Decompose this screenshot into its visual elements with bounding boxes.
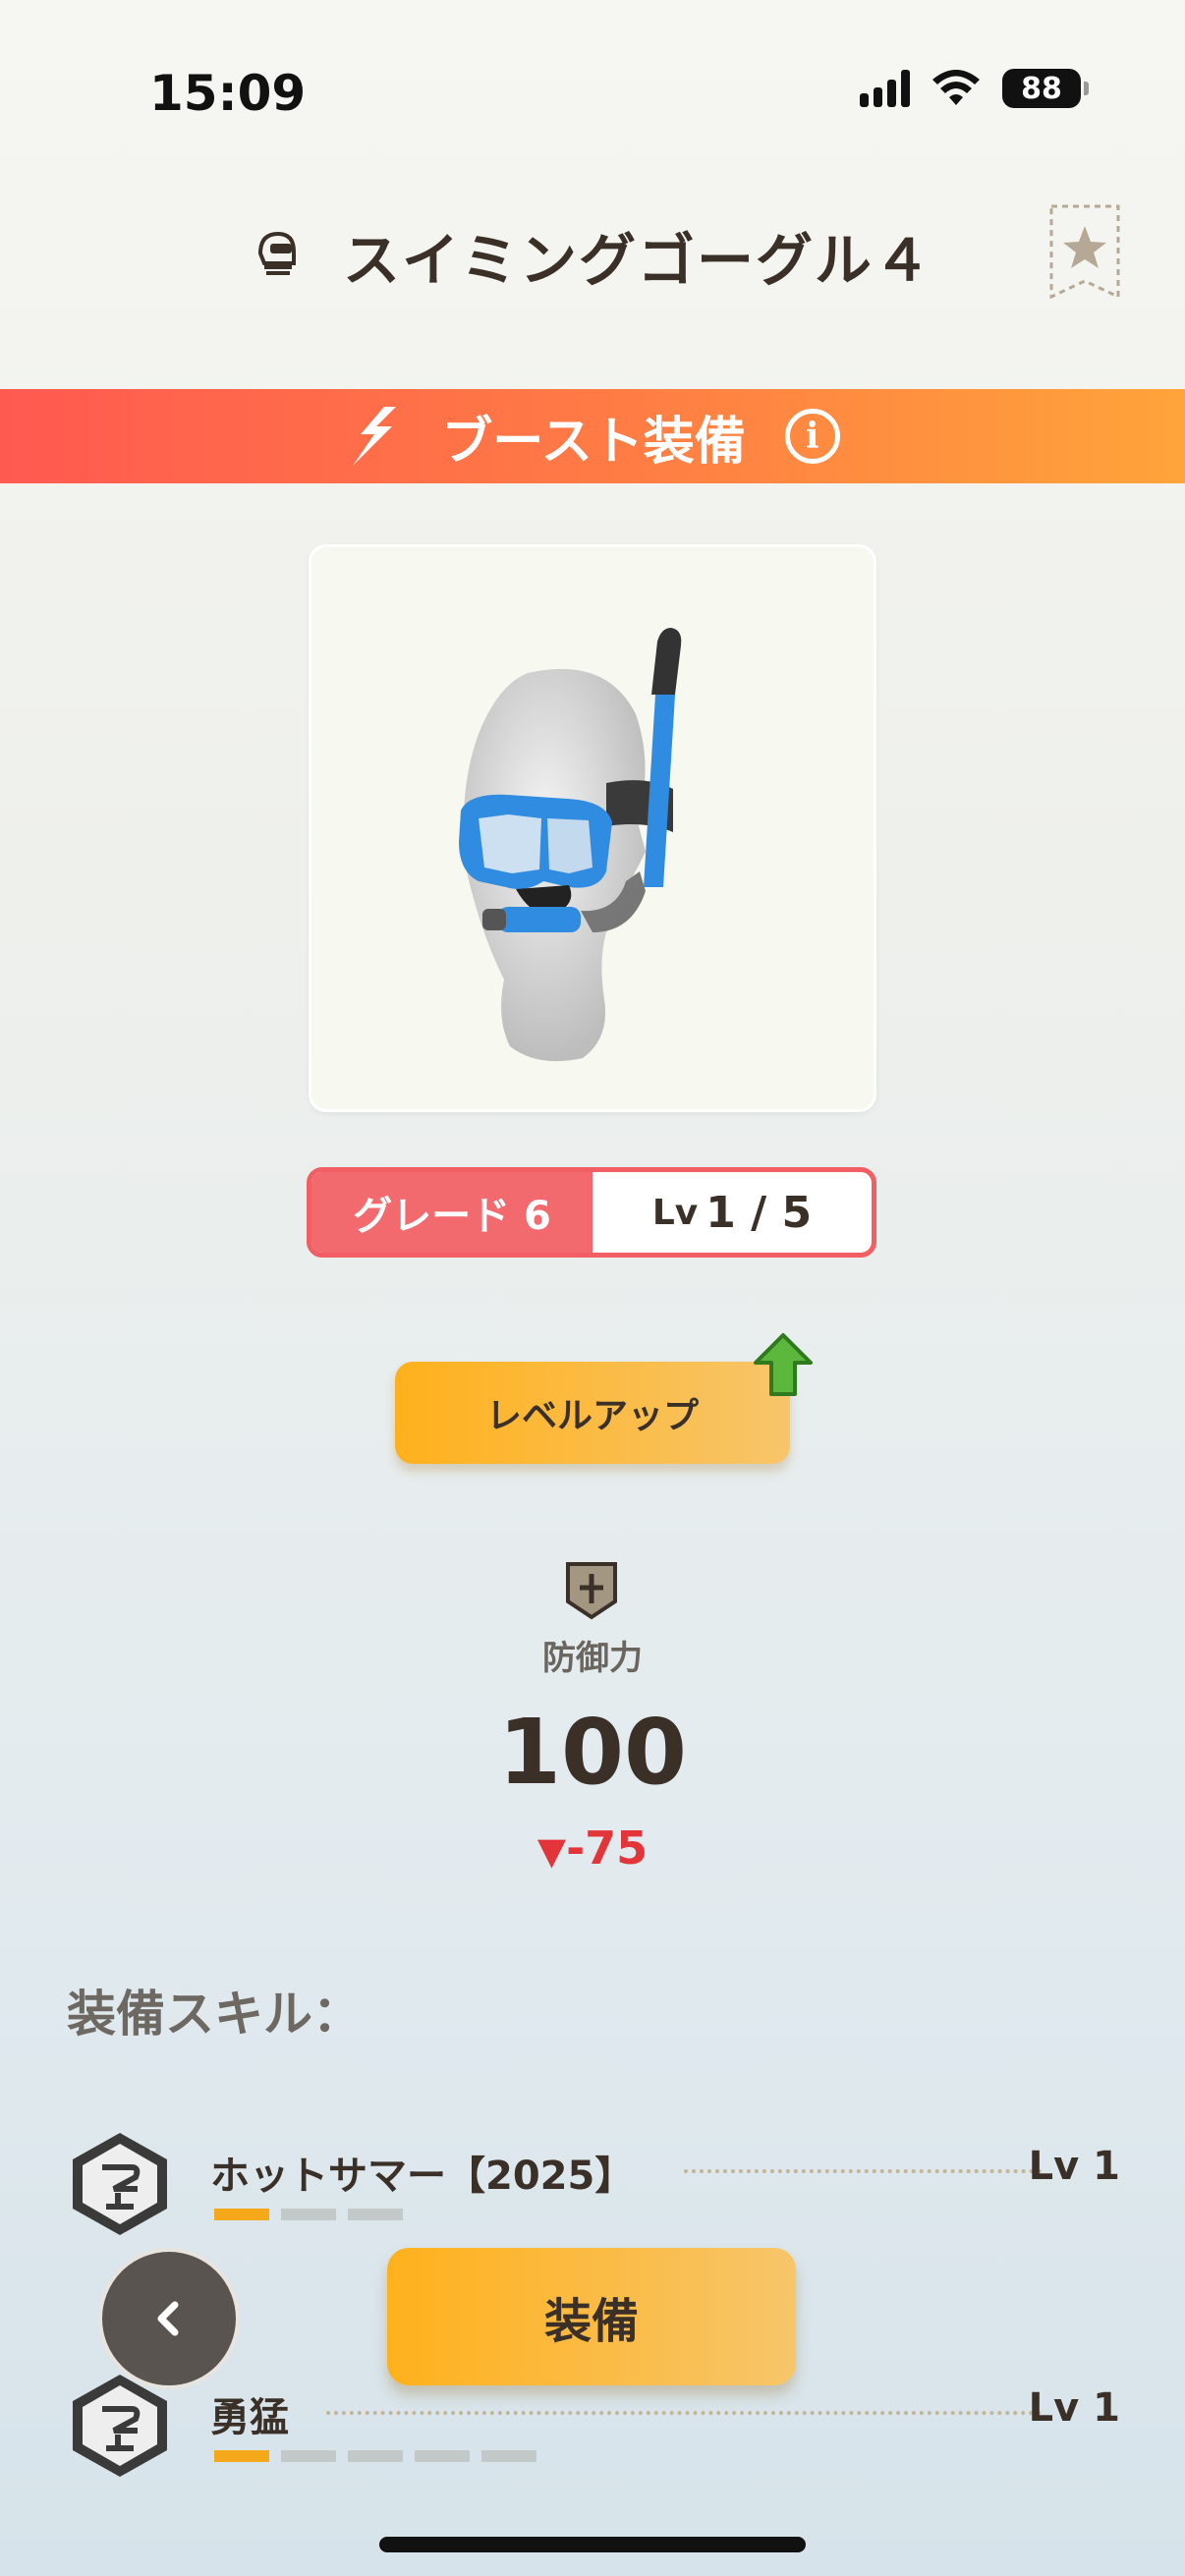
skill-progress-segment xyxy=(214,2209,269,2220)
skill-progress-segment xyxy=(481,2450,536,2462)
defense-diff: ▼-75 xyxy=(0,1821,1185,1875)
wifi-icon xyxy=(932,70,980,105)
skill-row[interactable]: 勇猛 Lv 1 xyxy=(69,2372,1120,2529)
boost-banner: ブースト装備 i xyxy=(0,389,1185,483)
equip-button[interactable]: 装備 xyxy=(387,2248,796,2385)
boost-label: ブースト装備 xyxy=(441,412,746,472)
helmet-icon xyxy=(257,231,296,275)
grade-label: グレード 6 xyxy=(311,1172,592,1253)
grade-level-pill: グレード 6 Lv 1 / 5 xyxy=(307,1167,876,1258)
shield-icon xyxy=(566,1562,617,1620)
skill-progress-segment xyxy=(348,2209,403,2220)
skill-progress-segment xyxy=(281,2209,336,2220)
level-indicator: Lv 1 / 5 xyxy=(592,1172,872,1253)
green-up-arrow-icon xyxy=(754,1333,813,1396)
status-icons: 88 xyxy=(860,69,1089,108)
skill-badge-icon xyxy=(73,2133,167,2235)
skill-progress-segment xyxy=(415,2450,470,2462)
down-triangle-icon: ▼ xyxy=(536,1829,567,1873)
skill-level: Lv 1 xyxy=(1028,2385,1120,2431)
skill-name: ホットサマー【2025】 xyxy=(210,2154,635,2199)
defense-diff-value: -75 xyxy=(566,1821,649,1875)
back-button[interactable] xyxy=(98,2248,240,2389)
defense-label: 防御力 xyxy=(542,1639,643,1678)
skill-progress xyxy=(214,2209,403,2220)
boost-icon xyxy=(353,407,397,466)
chevron-left-icon xyxy=(157,2301,179,2336)
defense-value: 100 xyxy=(497,1700,688,1805)
skills-header: 装備スキル： xyxy=(67,1986,362,2043)
info-icon[interactable]: i xyxy=(784,409,840,464)
skill-progress-segment xyxy=(214,2450,269,2462)
skill-progress-segment xyxy=(348,2450,403,2462)
skill-leader-line xyxy=(326,2411,1042,2415)
page-header: スイミングゴーグル４ xyxy=(0,206,1185,305)
page-title: スイミングゴーグル４ xyxy=(342,227,932,294)
level-value: 1 / 5 xyxy=(705,1187,813,1238)
skill-name: 勇猛 xyxy=(210,2395,289,2440)
skill-progress xyxy=(214,2450,536,2462)
skill-leader-line xyxy=(684,2169,1042,2173)
home-indicator[interactable] xyxy=(379,2537,806,2552)
cellular-signal-icon xyxy=(860,70,910,107)
skill-level: Lv 1 xyxy=(1028,2144,1120,2189)
snorkel-mask-image xyxy=(459,628,682,1062)
level-up-button[interactable]: レベルアップ xyxy=(395,1362,790,1464)
level-prefix: Lv xyxy=(651,1192,699,1233)
skill-progress-segment xyxy=(281,2450,336,2462)
status-time: 15:09 xyxy=(149,65,307,122)
star-bookmark-icon[interactable] xyxy=(1049,204,1120,299)
item-image-card xyxy=(309,544,876,1112)
battery-indicator: 88 xyxy=(1002,69,1089,108)
